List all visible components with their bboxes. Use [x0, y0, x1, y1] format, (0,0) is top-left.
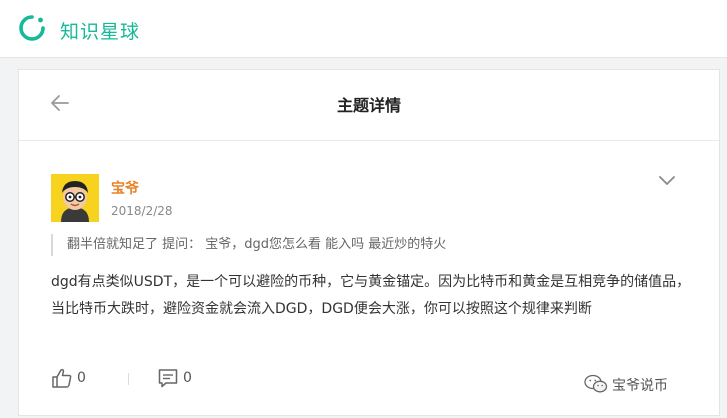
author-name[interactable]: 宝爷	[111, 178, 139, 198]
post-actions: 0 0	[51, 367, 251, 391]
wechat-watermark: 宝爷说币	[584, 373, 724, 395]
action-divider	[128, 373, 129, 385]
post-body: dgd有点类似USDT，是一个可以避险的币种，它与黄金锚定。因为比特币和黄金是互…	[51, 274, 691, 317]
watermark-text: 宝爷说币	[612, 378, 668, 394]
page-title: 主题详情	[336, 96, 401, 115]
avatar[interactable]	[51, 174, 99, 222]
like-count: 0	[77, 370, 86, 386]
topic-detail-card: 主题详情 宝爷 2018/2/28 翻半倍就知足了 提问： 宝爷，dgd您怎么看…	[18, 69, 720, 416]
quoted-question[interactable]: 翻半倍就知足了 提问： 宝爷，dgd您怎么看 能入吗 最近炒的特火	[51, 234, 677, 256]
thumbs-up-icon	[52, 368, 72, 388]
wechat-icon	[584, 374, 608, 393]
brand-name[interactable]: 知识星球	[60, 17, 140, 44]
top-bar: 知识星球	[0, 0, 727, 58]
chevron-down-icon[interactable]	[657, 170, 677, 190]
comment-icon	[158, 369, 178, 388]
post-date: 2018/2/28	[111, 204, 173, 218]
divider	[19, 140, 719, 141]
comment-count: 0	[183, 370, 192, 386]
planet-ring-logo[interactable]	[18, 14, 46, 42]
avatar-illustration	[51, 174, 99, 222]
